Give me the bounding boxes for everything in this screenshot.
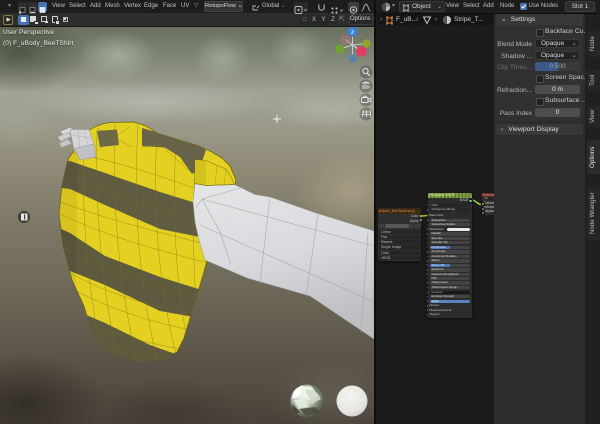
svg-text:z: z: [351, 29, 354, 36]
